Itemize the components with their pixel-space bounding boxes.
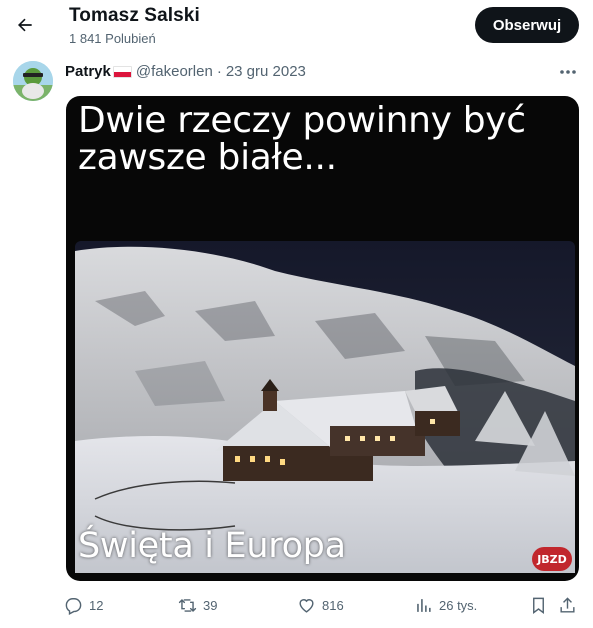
avatar[interactable] — [13, 61, 53, 101]
bookmark-icon — [533, 597, 544, 614]
poland-flag-icon — [112, 65, 132, 78]
separator-dot: · — [216, 63, 222, 80]
reply-button[interactable]: 12 — [64, 594, 103, 616]
heart-icon — [299, 598, 314, 613]
follow-button[interactable]: Obserwuj — [475, 7, 579, 43]
bookmark-button[interactable] — [529, 594, 548, 616]
tweet-action-bar: 12 39 816 26 tys. — [64, 594, 584, 618]
more-horizontal-icon — [560, 70, 576, 74]
jbzd-watermark: JBZD — [532, 547, 572, 571]
author-name[interactable]: Patryk — [65, 63, 111, 80]
profile-likes-count: 1 841 Polubień — [69, 31, 156, 46]
repost-button[interactable]: 39 — [178, 594, 217, 616]
image-caption-top: Dwie rzeczy powinny być zawsze białe... — [78, 100, 526, 178]
more-options-button[interactable] — [556, 62, 580, 82]
repost-icon — [178, 598, 197, 612]
views-count: 26 tys. — [439, 597, 478, 613]
author-handle[interactable]: @fakeorlen — [136, 63, 213, 80]
like-count: 816 — [322, 597, 344, 613]
views-button[interactable]: 26 tys. — [414, 594, 477, 616]
arrow-left-icon — [18, 18, 32, 32]
share-icon — [560, 596, 575, 613]
tweet-author-line: Patryk @fakeorlen · 23 gru 2023 — [65, 63, 306, 80]
reply-count: 12 — [89, 597, 104, 613]
tweet-image[interactable]: Dwie rzeczy powinny być zawsze białe... — [66, 96, 579, 581]
winter-landscape-image — [75, 241, 575, 573]
like-button[interactable]: 816 — [297, 594, 344, 616]
share-button[interactable] — [558, 594, 577, 616]
profile-name: Tomasz Salski — [69, 5, 200, 26]
image-caption-bottom: Święta i Europa — [78, 526, 346, 566]
reply-icon — [65, 597, 82, 615]
views-chart-icon — [417, 598, 431, 612]
back-button[interactable] — [12, 12, 38, 38]
repost-count: 39 — [203, 597, 218, 613]
profile-header: Tomasz Salski 1 841 Polubień Obserwuj — [0, 0, 593, 52]
tweet-date[interactable]: 23 gru 2023 — [226, 63, 306, 80]
